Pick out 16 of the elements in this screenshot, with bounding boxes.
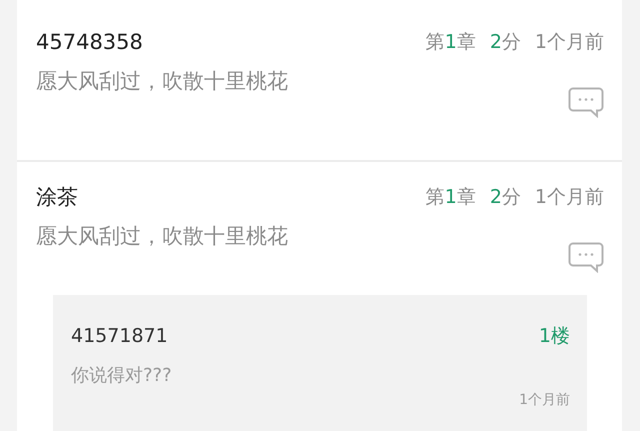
comment-time: 1个月前 [534, 30, 604, 55]
chat-bubble-icon[interactable] [568, 242, 604, 273]
username: 45748358 [36, 30, 143, 54]
score-label: 2分 [490, 30, 521, 55]
chat-bubble-icon[interactable] [568, 87, 604, 118]
reply-time: 1个月前 [519, 391, 570, 409]
chapter-label: 第1章 [426, 30, 476, 55]
comment-text: 愿大风刮过，吹散十里桃花 [36, 68, 288, 95]
reply-username: 41571871 [71, 325, 168, 347]
chapter-label: 第1章 [426, 185, 476, 210]
reply-text: 你说得对??? [71, 364, 173, 387]
floor-label: 1楼 [538, 324, 570, 349]
comment-text: 愿大风刮过，吹散十里桃花 [36, 223, 288, 250]
comment-time: 1个月前 [534, 185, 604, 210]
score-label: 2分 [490, 185, 521, 210]
username: 涂茶 [36, 184, 78, 211]
